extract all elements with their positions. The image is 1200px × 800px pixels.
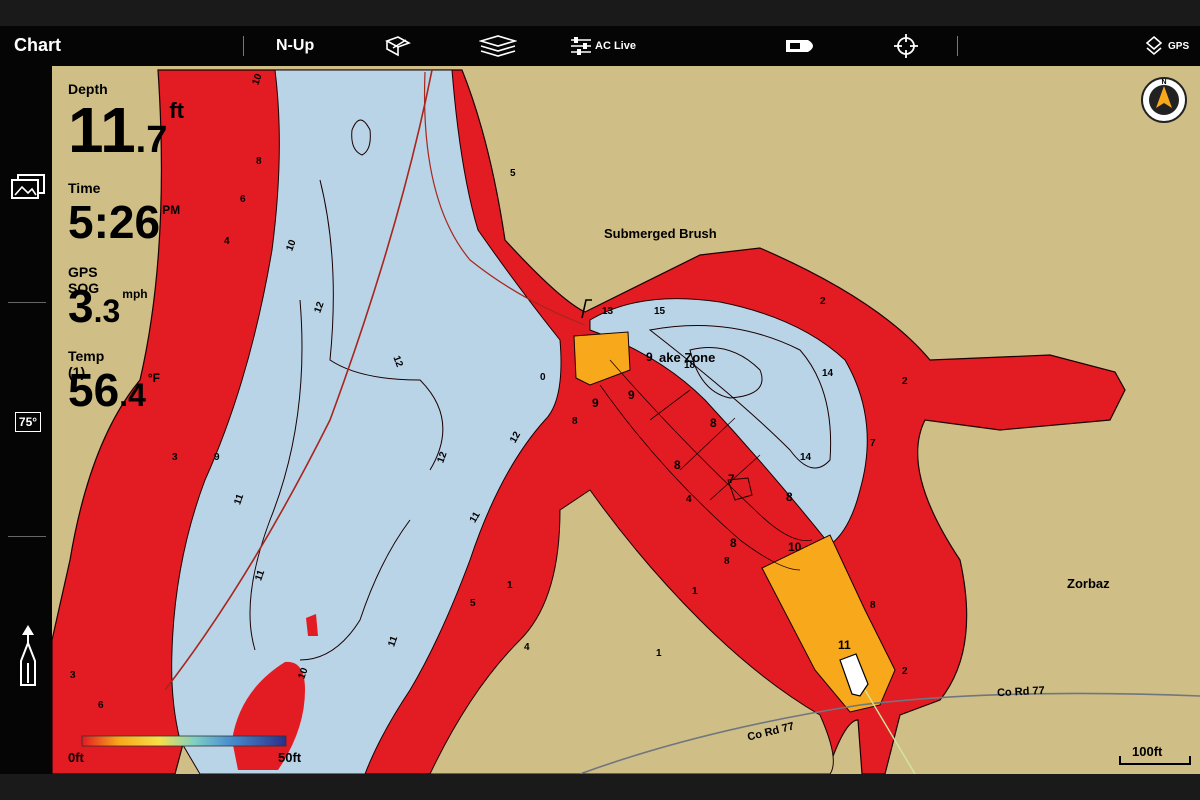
depth-label: 3 xyxy=(172,452,178,463)
crosshair-icon[interactable] xyxy=(892,32,920,60)
depth-dec: .7 xyxy=(135,119,168,161)
gps-status-icon xyxy=(1145,35,1163,56)
toolbar-divider xyxy=(243,36,244,56)
depth-label: 14 xyxy=(822,368,834,379)
toolbar-divider xyxy=(957,36,958,56)
depth-value: 11.7ft xyxy=(68,94,185,181)
temp-value: 56.4 °F xyxy=(68,364,160,428)
depth-label: 14 xyxy=(800,452,812,463)
chart-settings-icon[interactable] xyxy=(382,32,414,60)
depth-label: 7 xyxy=(728,472,735,486)
depth-label: 3 xyxy=(70,670,76,681)
depth-label: 9 xyxy=(592,396,599,410)
depth-label: 11 xyxy=(838,638,851,652)
depth-label: 5 xyxy=(510,168,516,179)
left-sidebar: 75° xyxy=(0,66,52,774)
depth-label: 9 xyxy=(214,452,220,463)
gps-label: GPS xyxy=(1168,40,1190,52)
depth-label: 0 xyxy=(540,372,546,383)
ac-live-button[interactable]: AC Live xyxy=(570,35,636,57)
depth-label: 2 xyxy=(902,666,908,677)
ac-live-sliders-icon xyxy=(571,37,591,55)
svg-text:N: N xyxy=(1161,79,1166,86)
depth-label: 6 xyxy=(98,700,104,711)
sidebar-divider xyxy=(8,302,46,303)
legend-max-label: 50ft xyxy=(278,750,302,765)
depth-label: 9 xyxy=(646,350,653,364)
temp-int: 56 xyxy=(68,364,120,416)
depth-label: 1 xyxy=(692,586,698,597)
depth-label: 8 xyxy=(674,458,681,472)
legend-min-label: 0ft xyxy=(68,750,84,765)
chart-svg[interactable] xyxy=(52,66,1200,774)
temp-unit: °F xyxy=(147,371,160,385)
depth-label: 8 xyxy=(256,156,262,167)
depth-label: 5 xyxy=(470,598,476,609)
layers-icon[interactable] xyxy=(478,32,518,60)
label-submerged-brush: Submerged Brush xyxy=(604,226,717,241)
views-icon[interactable] xyxy=(8,168,48,204)
label-zorbaz: Zorbaz xyxy=(1067,576,1110,591)
depth-label: 8 xyxy=(730,536,737,550)
depth-label: 4 xyxy=(524,642,530,653)
orientation-button[interactable]: N-Up xyxy=(276,37,314,55)
depth-label: 8 xyxy=(724,556,730,567)
sidebar-divider xyxy=(8,536,46,537)
temp-badge: 75° xyxy=(14,412,42,432)
depth-int: 11 xyxy=(68,94,136,166)
page-title: Chart xyxy=(14,35,62,55)
sog-value: 3.3 mph xyxy=(68,280,148,344)
scale-label: 100ft xyxy=(1132,744,1163,759)
depth-label: 6 xyxy=(240,194,246,205)
time-label: Time xyxy=(68,180,101,196)
bottom-bezel xyxy=(0,774,1200,800)
depth-label: 8 xyxy=(870,600,876,611)
depth-label: 2 xyxy=(902,376,908,387)
depth-label: 8 xyxy=(710,416,717,430)
depth-unit: ft xyxy=(169,98,185,123)
depth-label: 8 xyxy=(786,490,793,504)
time-unit: PM xyxy=(162,203,181,217)
sog-int: 3 xyxy=(68,280,94,332)
ac-live-label: AC Live xyxy=(595,40,636,52)
depth-label: 1 xyxy=(656,648,662,659)
depth-label: 8 xyxy=(572,416,578,427)
depth-label: 7 xyxy=(870,438,876,449)
depth-label: 4 xyxy=(686,494,692,505)
boat-position-icon[interactable] xyxy=(8,624,48,688)
red-islet xyxy=(306,614,318,636)
depth-label: 18 xyxy=(684,360,696,371)
depth-label: 2 xyxy=(820,296,826,307)
top-toolbar: Chart N-Up AC Live GPS xyxy=(0,26,1200,66)
sog-dec: .3 xyxy=(93,293,121,329)
depth-label: 9 xyxy=(628,388,635,402)
chart-map[interactable]: Submerged Brush ake Zone Zorbaz Co Rd 77… xyxy=(52,66,1200,774)
compass-icon[interactable]: N xyxy=(1140,76,1188,124)
gps-status[interactable]: GPS xyxy=(1144,32,1196,60)
label-road: Co Rd 77 xyxy=(996,684,1045,700)
boat-view-icon[interactable] xyxy=(784,32,820,60)
time-digits: 5:26 xyxy=(68,196,161,248)
depth-legend-bar xyxy=(81,735,287,747)
temp-dec: .4 xyxy=(119,377,146,413)
depth-label: 15 xyxy=(654,306,666,317)
time-value: 5:26 PM xyxy=(68,196,181,260)
depth-label: 1 xyxy=(507,580,513,591)
depth-label: 13 xyxy=(602,306,614,317)
depth-label: 10 xyxy=(788,540,802,554)
top-bezel xyxy=(0,0,1200,26)
depth-label: 4 xyxy=(224,236,230,247)
temperature-icon[interactable]: 75° xyxy=(8,404,48,440)
sog-unit: mph xyxy=(122,287,148,301)
